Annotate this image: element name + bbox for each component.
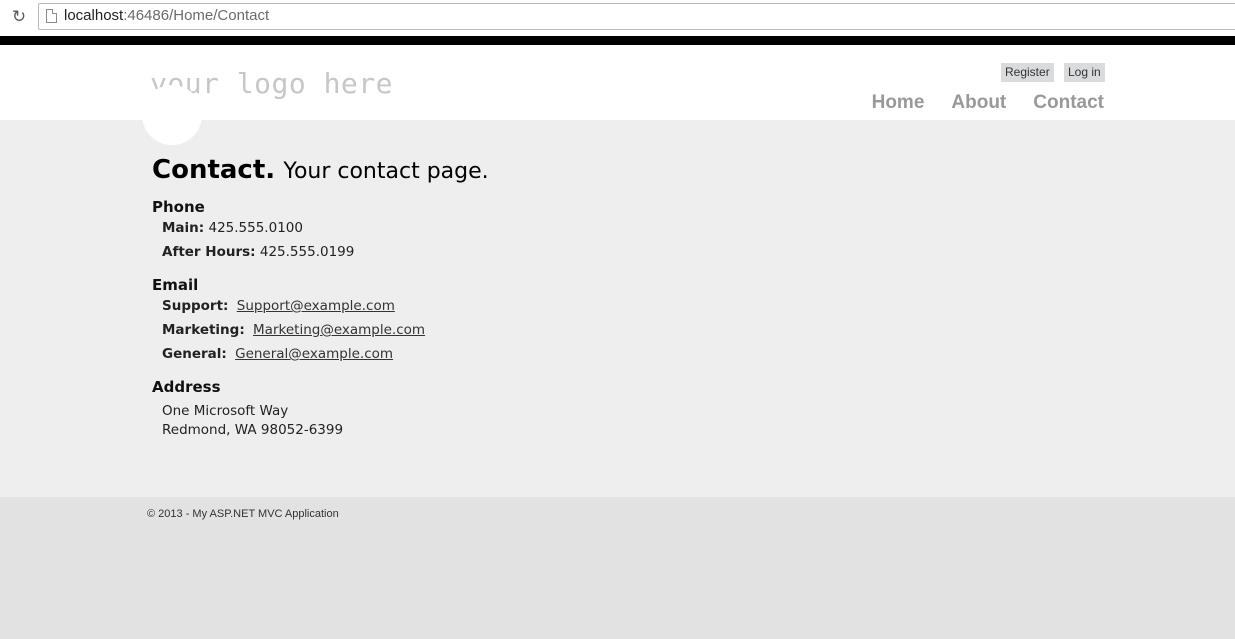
login-link[interactable]: Log in	[1064, 63, 1105, 82]
address-line-1: One Microsoft Way	[162, 403, 289, 419]
reload-icon[interactable]: ↻	[9, 7, 29, 27]
phone-heading: Phone	[152, 198, 205, 216]
page-subtitle: Your contact page.	[283, 159, 489, 184]
nav-home[interactable]: Home	[872, 92, 925, 114]
url-path: :46486/Home/Contact	[123, 7, 270, 24]
phone-after-row: After Hours: 425.555.0199	[162, 240, 489, 264]
email-marketing-label: Marketing:	[162, 322, 245, 338]
phone-main-label: Main:	[162, 220, 205, 236]
email-marketing-link[interactable]: Marketing@example.com	[253, 322, 425, 338]
decorative-circle	[142, 85, 202, 145]
contact-content: Contact. Your contact page. Phone Main: …	[152, 154, 489, 440]
register-link[interactable]: Register	[1001, 63, 1054, 82]
email-support-label: Support:	[162, 298, 229, 314]
phone-after-label: After Hours:	[162, 244, 256, 260]
browser-toolbar: ↻ localhost:46486/Home/Contact	[0, 0, 1235, 36]
url-host: localhost	[64, 7, 124, 24]
nav-about[interactable]: About	[951, 92, 1006, 114]
nav-contact[interactable]: Contact	[1033, 92, 1104, 114]
phone-after-value: 425.555.0199	[259, 244, 355, 260]
copyright-text: © 2013 - My ASP.NET MVC Application	[147, 508, 339, 520]
site-footer: © 2013 - My ASP.NET MVC Application	[0, 497, 1235, 639]
page-title-main: Contact.	[152, 155, 276, 185]
email-general-label: General:	[162, 346, 227, 362]
phone-main-row: Main: 425.555.0100	[162, 216, 489, 240]
email-general-link[interactable]: General@example.com	[235, 346, 393, 362]
address-block: One Microsoft Way Redmond, WA 98052-6399	[162, 402, 489, 440]
email-marketing-row: Marketing: Marketing@example.com	[162, 318, 489, 342]
main-content: Contact. Your contact page. Phone Main: …	[0, 85, 1235, 497]
address-line-2: Redmond, WA 98052-6399	[162, 422, 344, 438]
email-heading: Email	[152, 276, 199, 294]
url-text[interactable]: localhost:46486/Home/Contact	[64, 7, 269, 24]
main-nav: Home About Contact	[872, 92, 1104, 114]
email-support-link[interactable]: Support@example.com	[237, 298, 395, 314]
email-general-row: General: General@example.com	[162, 342, 489, 366]
page-title: Contact. Your contact page.	[152, 154, 489, 188]
phone-main-value: 425.555.0100	[208, 220, 303, 236]
address-heading: Address	[152, 378, 221, 396]
top-border	[0, 36, 1235, 45]
address-bar[interactable]: localhost:46486/Home/Contact	[38, 3, 1235, 30]
page-icon	[46, 9, 57, 23]
email-support-row: Support: Support@example.com	[162, 294, 489, 318]
